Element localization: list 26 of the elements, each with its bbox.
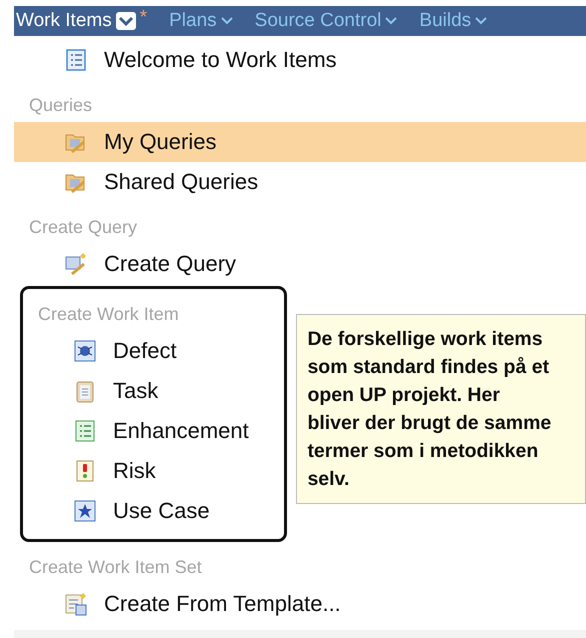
bug-icon xyxy=(73,339,97,363)
chevron-down-icon xyxy=(385,17,398,25)
section-header: Queries xyxy=(28,94,94,116)
nav-item[interactable]: Use Case xyxy=(23,491,284,531)
create-query-icon xyxy=(64,252,88,276)
chevron-down-icon xyxy=(475,17,488,25)
menu-tab[interactable]: Work Items * xyxy=(16,10,148,32)
annotation-note: De forskellige work items som standard findes på et open UP projekt. Her bliver der brugt de samme termer som i metodikken selv. xyxy=(296,314,586,504)
nav-item[interactable]: My Queries xyxy=(14,122,586,162)
modified-mark: * xyxy=(140,7,148,29)
nav-item[interactable]: Create From Template... xyxy=(14,584,586,624)
section-header: Create Query xyxy=(28,216,138,239)
section-header: Create Work Item Set xyxy=(28,556,203,578)
nav-item[interactable]: Enhancement xyxy=(23,411,284,451)
nav-item[interactable]: Defect xyxy=(23,331,284,371)
nav-item[interactable]: Shared Queries xyxy=(14,162,586,202)
nav-item[interactable]: Welcome to Work Items xyxy=(14,40,586,80)
checklist-icon xyxy=(73,419,97,443)
nav-item[interactable]: Task xyxy=(23,371,284,411)
chevron-down-icon xyxy=(220,17,233,25)
dropdown-icon[interactable] xyxy=(116,12,136,30)
list-icon xyxy=(64,48,88,72)
template-icon xyxy=(64,592,88,616)
section-header: Create Work Item xyxy=(37,302,180,326)
nav-item[interactable]: Risk xyxy=(23,451,284,491)
nav-item[interactable]: Create Query xyxy=(14,244,586,284)
